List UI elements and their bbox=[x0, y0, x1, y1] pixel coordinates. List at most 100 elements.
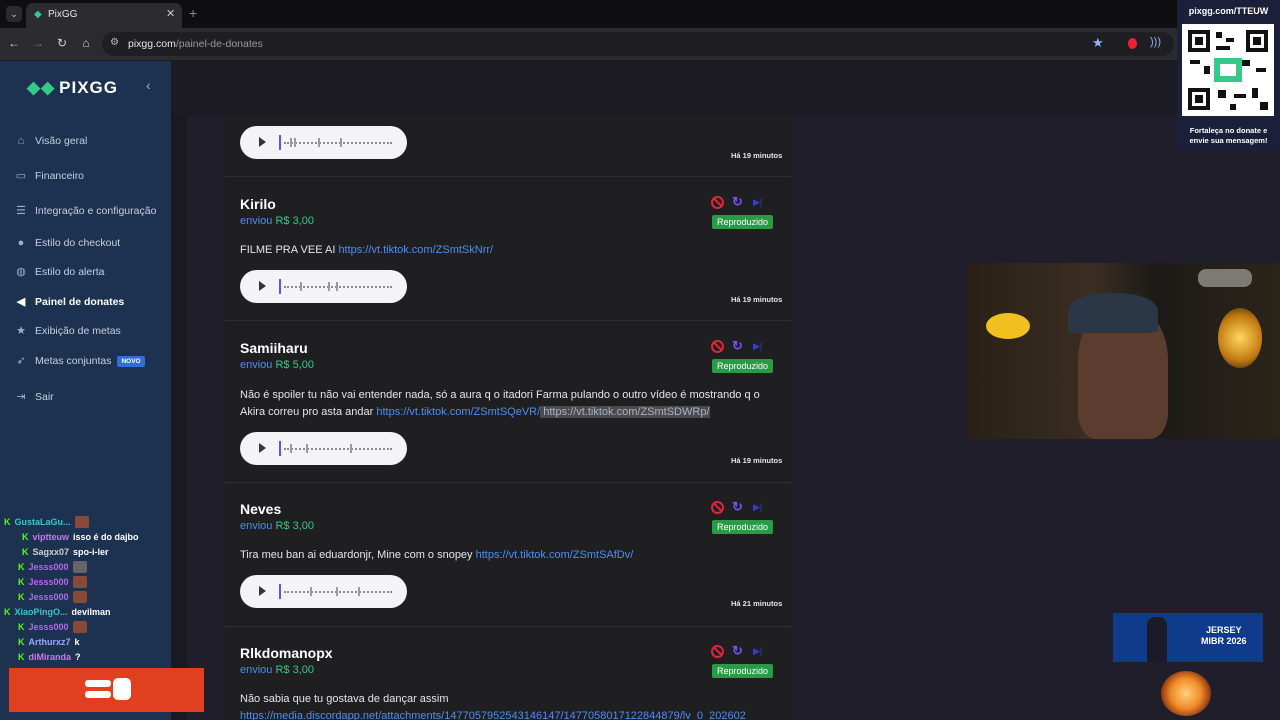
status-badge: Reproduzido bbox=[712, 520, 774, 534]
skip-icon[interactable]: ▶| bbox=[753, 645, 766, 658]
forward-icon[interactable]: → bbox=[30, 36, 46, 50]
skip-icon[interactable]: ▶| bbox=[753, 196, 766, 209]
collapse-sidebar-icon[interactable]: ‹ bbox=[146, 77, 151, 93]
home-icon[interactable]: ⌂ bbox=[78, 36, 94, 50]
extension-icon[interactable] bbox=[1128, 38, 1137, 49]
donate-qr-panel: pixgg.com/TTEUW Fortaleça no donate e en… bbox=[1177, 0, 1280, 150]
audio-waveform[interactable] bbox=[284, 591, 392, 593]
sidebar-item-metas-conjuntas[interactable]: ➶ Metas conjuntas NOVO bbox=[14, 351, 145, 371]
message-link[interactable]: https://media.discordapp.net/attachments… bbox=[240, 710, 746, 720]
audio-cursor bbox=[279, 135, 281, 150]
star-icon: ★ bbox=[16, 325, 26, 337]
browser-toolbar: ← → ↻ ⌂ ⚙ pixgg.com/painel-de-donates ★ … bbox=[0, 28, 1280, 60]
kick-badge-icon: K bbox=[4, 607, 11, 617]
donation-time: Há 19 minutos bbox=[731, 456, 783, 465]
donation-message: Não sabia que tu gostava de dançar assim… bbox=[240, 693, 746, 720]
skip-icon[interactable]: ▶| bbox=[753, 340, 766, 353]
chat-line: K Sagxx07 spo-i-ler bbox=[22, 547, 109, 557]
ban-icon[interactable] bbox=[711, 340, 724, 353]
donation-amount: enviou R$ 3,00 bbox=[240, 215, 315, 227]
play-icon[interactable] bbox=[259, 586, 266, 596]
sidebar-item-exibicao-metas[interactable]: ★ Exibição de metas bbox=[14, 321, 121, 341]
main-header bbox=[171, 61, 1280, 116]
ban-icon[interactable] bbox=[711, 501, 724, 514]
promo-text: JERSEY MIBR 2026 bbox=[1201, 625, 1247, 646]
replay-icon[interactable]: ↻ bbox=[732, 195, 745, 209]
tab-bar: ⌄ ◆ PixGG ✕ + bbox=[0, 0, 1280, 28]
sidebar-item-sair[interactable]: ⇥ Sair bbox=[14, 387, 53, 407]
emote-icon bbox=[72, 576, 87, 588]
kick-badge-icon: K bbox=[18, 622, 25, 632]
bookmark-star-icon[interactable]: ★ bbox=[1092, 35, 1104, 51]
audio-player[interactable] bbox=[240, 126, 407, 159]
selected-link-text[interactable]: https://vt.tiktok.com/ZSmtSDWRp/ bbox=[540, 406, 710, 418]
kick-badge-icon: K bbox=[18, 637, 25, 647]
rocket-icon: ➶ bbox=[16, 355, 26, 367]
back-icon[interactable]: ← bbox=[6, 36, 22, 50]
replay-icon[interactable]: ↻ bbox=[732, 644, 745, 658]
chat-line: K Jesss000 bbox=[18, 575, 87, 589]
ban-icon[interactable] bbox=[711, 645, 724, 658]
url-text: pixgg.com/painel-de-donates bbox=[128, 38, 263, 50]
jersey-promo: JERSEY MIBR 2026 bbox=[1113, 613, 1263, 662]
qr-caption: Fortaleça no donate e envie sua mensagem… bbox=[1189, 126, 1268, 145]
chat-line: K XiaoPingO... devilman bbox=[4, 607, 111, 617]
address-bar[interactable]: ⚙ pixgg.com/painel-de-donates ★ bbox=[102, 32, 1174, 56]
tab-search-button[interactable]: ⌄ bbox=[6, 6, 22, 22]
sidebar-item-estilo-alerta[interactable]: ◍ Estilo do alerta bbox=[14, 262, 104, 282]
kick-badge-icon: K bbox=[18, 562, 25, 572]
list-icon: ☰ bbox=[16, 205, 26, 217]
play-icon[interactable] bbox=[259, 137, 266, 147]
donation-amount: enviou R$ 5,00 bbox=[240, 359, 315, 371]
chat-line: K Jesss000 bbox=[18, 620, 87, 634]
new-badge: NOVO bbox=[117, 355, 145, 367]
status-badge: Reproduzido bbox=[712, 359, 774, 373]
audio-cursor bbox=[279, 441, 281, 456]
message-link[interactable]: https://vt.tiktok.com/ZSmtSAfDv/ bbox=[476, 549, 634, 561]
sidebar-item-financeiro[interactable]: ▭ Financeiro bbox=[14, 166, 84, 186]
donation-message: Tira meu ban ai eduardonjr, Mine com o s… bbox=[240, 549, 634, 561]
audio-player[interactable] bbox=[240, 575, 407, 608]
audio-player[interactable] bbox=[240, 270, 407, 303]
donation-card: Neves enviou R$ 3,00 ↻ ▶| Reproduzido Ti… bbox=[225, 483, 791, 627]
sidebar-item-painel-donates[interactable]: ◀ Painel de donates bbox=[14, 292, 125, 312]
donation-time: Há 21 minutos bbox=[731, 599, 783, 608]
sidebar-item-integracao[interactable]: ☰ Integração e configuração bbox=[14, 201, 156, 221]
skip-icon[interactable]: ▶| bbox=[753, 501, 766, 514]
donation-card: Há 19 minutos bbox=[225, 116, 791, 177]
pixgg-favicon-icon: ◆ bbox=[34, 9, 42, 20]
replay-icon[interactable]: ↻ bbox=[732, 339, 745, 353]
extension-icon[interactable]: ))) bbox=[1150, 36, 1161, 48]
sidebar-item-estilo-checkout[interactable]: ● Estilo do checkout bbox=[14, 233, 121, 253]
streamer-cap bbox=[1068, 293, 1158, 333]
palette-icon: ◍ bbox=[16, 266, 26, 278]
ban-icon[interactable] bbox=[711, 196, 724, 209]
chat-line: K Arthurxz7 k bbox=[18, 637, 80, 647]
play-icon[interactable] bbox=[259, 443, 266, 453]
home-icon: ⌂ bbox=[17, 135, 25, 147]
site-settings-icon[interactable]: ⚙ bbox=[110, 37, 119, 48]
audio-waveform[interactable] bbox=[284, 448, 392, 450]
kick-badge-icon: K bbox=[22, 547, 29, 557]
shelf-car bbox=[1198, 269, 1252, 287]
message-link[interactable]: https://vt.tiktok.com/ZSmtSkNrr/ bbox=[338, 244, 493, 256]
logout-icon: ⇥ bbox=[16, 391, 26, 403]
sidebar-item-visao-geral[interactable]: ⌂ Visão geral bbox=[14, 131, 88, 151]
kick-badge-icon: K bbox=[22, 532, 29, 542]
message-link[interactable]: https://vt.tiktok.com/ZSmtSQeVR/ bbox=[376, 406, 540, 418]
lamp-light bbox=[1218, 308, 1262, 368]
pixgg-logo-icon: ◆◆ bbox=[27, 78, 56, 97]
pixgg-logo[interactable]: ◆◆ PIXGG bbox=[27, 78, 118, 98]
tab-pixgg[interactable]: ◆ PixGG ✕ bbox=[26, 3, 182, 28]
audio-waveform[interactable] bbox=[284, 142, 392, 144]
reload-icon[interactable]: ↻ bbox=[54, 36, 70, 50]
wallet-icon: ▭ bbox=[15, 170, 27, 182]
replay-icon[interactable]: ↻ bbox=[732, 500, 745, 514]
audio-player[interactable] bbox=[240, 432, 407, 465]
play-icon[interactable] bbox=[259, 281, 266, 291]
audio-cursor bbox=[279, 279, 281, 294]
chat-line: KdiMiranda? bbox=[18, 652, 81, 662]
close-icon[interactable]: ✕ bbox=[166, 7, 175, 20]
qr-url: pixgg.com/TTEUW bbox=[1188, 6, 1269, 16]
new-tab-icon[interactable]: + bbox=[189, 5, 197, 21]
